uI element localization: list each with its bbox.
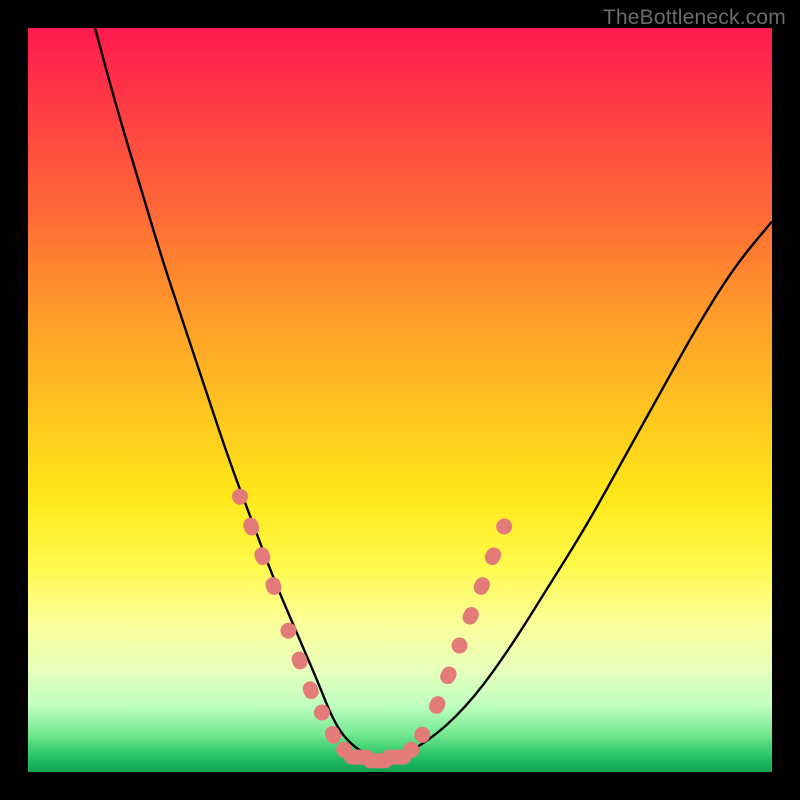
curve-marker [252, 545, 272, 567]
curve-marker [496, 519, 512, 535]
curve-marker [403, 742, 419, 758]
curve-marker [482, 545, 504, 568]
curve-marker [471, 575, 493, 598]
curve-marker [280, 623, 296, 639]
chart-svg [28, 28, 772, 772]
curve-marker [438, 664, 460, 687]
curve-marker [452, 638, 468, 654]
bottleneck-curve [95, 28, 772, 757]
plot-area [28, 28, 772, 772]
curve-marker [460, 604, 482, 627]
marker-layer [232, 489, 512, 769]
curve-marker [314, 705, 330, 721]
curve-marker [232, 489, 248, 505]
watermark-text: TheBottleneck.com [603, 6, 786, 30]
chart-frame: TheBottleneck.com [0, 0, 800, 800]
curve-layer [95, 28, 772, 757]
curve-marker [426, 694, 448, 717]
curve-marker [241, 515, 261, 537]
curve-marker [414, 727, 430, 743]
curve-marker [323, 724, 343, 746]
curve-marker [289, 649, 309, 671]
